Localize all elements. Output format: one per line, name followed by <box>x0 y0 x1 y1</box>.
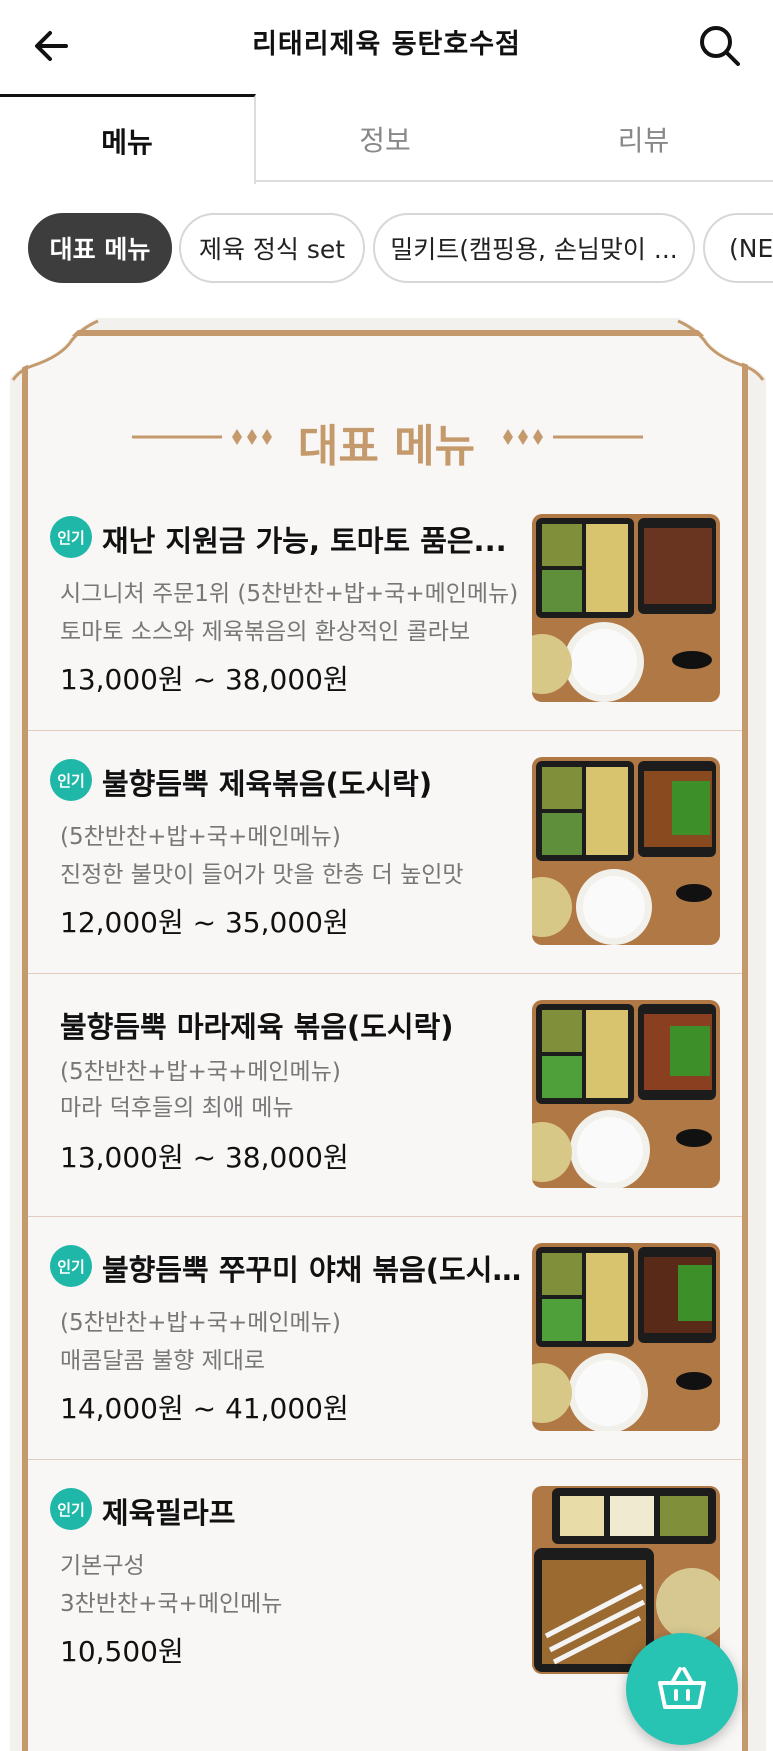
category-chips: 대표 메뉴 제육 정식 set 밀키트(캠핑용, 손님맞이 ... (NEW <box>0 210 773 290</box>
menu-item-name: 제육필라프 <box>102 1496 236 1530</box>
menu-item-desc: 기본구성 <box>60 1553 145 1579</box>
tab-bar: 메뉴 정보 리뷰 <box>0 94 773 184</box>
section-title: 대표 메뉴 <box>297 421 476 472</box>
chip-label: 밀키트(캠핑용, 손님맞이 ... <box>390 235 678 264</box>
menu-item-photo <box>532 1000 720 1188</box>
search-icon <box>700 26 740 66</box>
popular-badge: 인기 <box>50 516 92 558</box>
menu-item-desc: 토마토 소스와 제육볶음의 환상적인 콜라보 <box>60 619 471 645</box>
page-title: 리태리제육 동탄호수점 <box>252 29 521 60</box>
frame-corner-icon <box>10 318 99 381</box>
menu-item-name: 불향듬뿍 쭈꾸미 야채 볶음(도시... <box>102 1253 522 1287</box>
menu-item-desc: 3찬반찬+국+메인메뉴 <box>60 1591 283 1617</box>
tab-reviews[interactable]: 리뷰 <box>514 94 773 184</box>
tab-label: 리뷰 <box>617 124 670 157</box>
menu-item-desc: 마라 덕후들의 최애 메뉴 <box>60 1095 294 1121</box>
chip-signature-menu[interactable]: 대표 메뉴 <box>28 213 172 283</box>
menu-item-desc: 매콤달콤 불향 제대로 <box>60 1348 266 1374</box>
menu-item-desc: (5찬반찬+밥+국+메인메뉴) <box>60 824 341 850</box>
frame-corner-icon <box>677 318 766 381</box>
app-header: 리태리제육 동탄호수점 <box>0 0 773 90</box>
menu-item-desc: (5찬반찬+밥+국+메인메뉴) <box>60 1059 341 1085</box>
search-button[interactable] <box>694 20 746 72</box>
menu-item-name: 불향듬뿍 제육볶음(도시락) <box>102 767 433 801</box>
tab-menu[interactable]: 메뉴 <box>0 94 256 184</box>
chip-label: 제육 정식 set <box>198 235 346 264</box>
menu-item-photo <box>532 514 720 702</box>
menu-item[interactable]: 인기 불향듬뿍 쭈꾸미 야채 볶음(도시... (5찬반찬+밥+국+메인메뉴) … <box>28 1217 742 1460</box>
menu-item-name: 불향듬뿍 마라제육 볶음(도시락) <box>60 1010 454 1044</box>
popular-badge: 인기 <box>50 1245 92 1287</box>
tab-info[interactable]: 정보 <box>256 94 514 184</box>
shopping-basket-icon <box>658 1667 706 1709</box>
menu-item-photo <box>532 757 720 945</box>
menu-item[interactable]: 인기 불향듬뿍 제육볶음(도시락) (5찬반찬+밥+국+메인메뉴) 진정한 불맛… <box>28 731 742 974</box>
menu-item-photo <box>532 1243 720 1431</box>
menu-item-price: 10,500원 <box>60 1635 184 1668</box>
tab-divider <box>256 180 773 182</box>
popular-badge: 인기 <box>50 1488 92 1530</box>
cart-button[interactable] <box>626 1633 738 1745</box>
menu-item-price: 14,000원 ~ 41,000원 <box>60 1392 349 1425</box>
menu-item-name: 재난 지원금 가능, 토마토 품은... <box>102 524 507 558</box>
tab-label: 정보 <box>359 124 411 157</box>
menu-item[interactable]: 인기 재난 지원금 가능, 토마토 품은... 시그니처 주문1위 (5찬반찬+… <box>28 488 742 731</box>
tab-label: 메뉴 <box>101 125 153 159</box>
menu-item-price: 13,000원 ~ 38,000원 <box>60 1141 349 1174</box>
menu-item-price: 13,000원 ~ 38,000원 <box>60 663 349 696</box>
ornament-right-icon <box>503 429 643 445</box>
menu-item-desc: 진정한 불맛이 들어가 맛을 한층 더 높인맛 <box>60 862 464 888</box>
chip-label: (NEW <box>729 233 773 263</box>
menu-item-price: 12,000원 ~ 35,000원 <box>60 906 349 939</box>
chip-new[interactable]: (NEW <box>703 213 773 283</box>
menu-item[interactable]: 불향듬뿍 마라제육 볶음(도시락) (5찬반찬+밥+국+메인메뉴) 마라 덕후들… <box>28 974 742 1217</box>
chip-jeyuk-set[interactable]: 제육 정식 set <box>179 213 365 283</box>
popular-badge: 인기 <box>50 759 92 801</box>
chip-label: 대표 메뉴 <box>49 235 151 264</box>
menu-item-desc: (5찬반찬+밥+국+메인메뉴) <box>60 1310 341 1336</box>
chip-meal-kit[interactable]: 밀키트(캠핑용, 손님맞이 ... <box>373 213 695 283</box>
menu-item-desc: 시그니처 주문1위 (5찬반찬+밥+국+메인메뉴) <box>60 581 519 607</box>
